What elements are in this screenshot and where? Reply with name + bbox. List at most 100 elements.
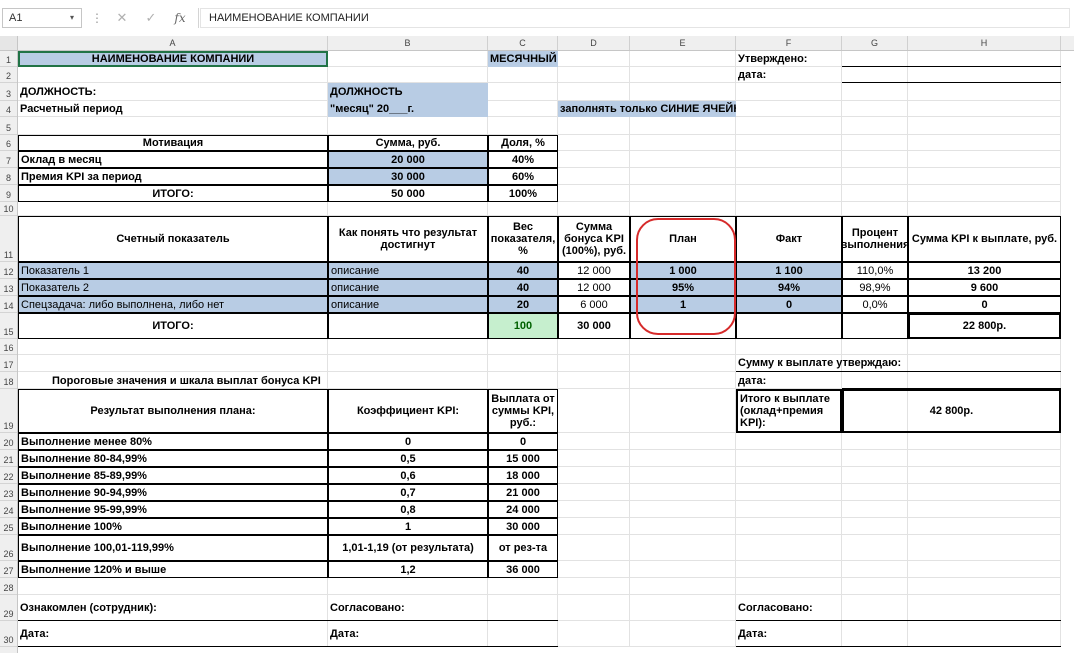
agreed-date-label[interactable]: Дата: <box>328 621 558 647</box>
row-header-4[interactable]: 4 <box>0 101 17 117</box>
employee-signature-label[interactable]: Ознакомлен (сотрудник): <box>18 595 328 621</box>
kpi-description[interactable]: описание <box>328 296 488 313</box>
grid-cell[interactable] <box>558 168 630 185</box>
grid-cell[interactable] <box>908 578 1061 595</box>
threshold-payout[interactable]: 18 000 <box>488 467 558 484</box>
grid-cell[interactable] <box>736 83 842 101</box>
select-all-corner[interactable] <box>0 36 18 50</box>
approved-label[interactable]: Утверждено: <box>736 51 842 67</box>
threshold-result[interactable]: Выполнение 90-94,99% <box>18 484 328 501</box>
threshold-coefficient[interactable]: 0,6 <box>328 467 488 484</box>
kpi-indicator[interactable]: Показатель 2 <box>18 279 328 296</box>
total-payout-label[interactable]: Итого к выплате (оклад+премия KPI): <box>736 389 842 433</box>
kpi-bonus[interactable]: 12 000 <box>558 262 630 279</box>
grid-cell[interactable] <box>842 101 908 117</box>
grid-cell[interactable] <box>736 117 842 135</box>
grid-cell[interactable] <box>908 467 1061 484</box>
grid-cell[interactable] <box>558 535 630 561</box>
grid-cell[interactable] <box>908 202 1061 216</box>
row-header-23[interactable]: 23 <box>0 484 17 501</box>
grid-cell[interactable] <box>558 51 630 67</box>
threshold-coefficient[interactable]: 1,2 <box>328 561 488 578</box>
row-header-20[interactable]: 20 <box>0 433 17 450</box>
kpi-total-label[interactable]: ИТОГО: <box>18 313 328 339</box>
grid-cell[interactable] <box>558 135 630 151</box>
grid-cell[interactable] <box>908 561 1061 578</box>
row-header-2[interactable]: 2 <box>0 67 17 83</box>
grid-cell[interactable] <box>630 168 736 185</box>
position-input[interactable]: ДОЛЖНОСТЬ <box>328 83 488 101</box>
column-header-e[interactable]: E <box>630 36 736 50</box>
motivation-label[interactable]: Оклад в месяц <box>18 151 328 168</box>
grid-cell[interactable] <box>558 67 630 83</box>
grid-cell[interactable] <box>558 389 630 433</box>
threshold-payout[interactable]: 36 000 <box>488 561 558 578</box>
grid-cell[interactable] <box>842 501 908 518</box>
grid-cell[interactable] <box>842 535 908 561</box>
threshold-result[interactable]: Выполнение 95-99,99% <box>18 501 328 518</box>
grid-cell[interactable] <box>736 535 842 561</box>
kpi-description[interactable]: описание <box>328 279 488 296</box>
kpi-total-weight[interactable]: 100 <box>488 313 558 339</box>
grid-cell[interactable] <box>736 501 842 518</box>
kpi-bonus[interactable]: 6 000 <box>558 296 630 313</box>
kpi-total-empty[interactable] <box>736 313 842 339</box>
grid-cell[interactable] <box>558 450 630 467</box>
threshold-result[interactable]: Выполнение 80-84,99% <box>18 450 328 467</box>
motivation-header[interactable]: Доля, % <box>488 135 558 151</box>
row-header-26[interactable]: 26 <box>0 535 17 561</box>
column-header-h[interactable]: H <box>908 36 1061 50</box>
kpi-payout[interactable]: 0 <box>908 296 1061 313</box>
row-header-13[interactable]: 13 <box>0 279 17 296</box>
kpi-header[interactable]: Счетный показатель <box>18 216 328 262</box>
kpi-total-bonus[interactable]: 30 000 <box>558 313 630 339</box>
grid-cell[interactable] <box>18 578 328 595</box>
kpi-indicator[interactable]: Спецзадача: либо выполнена, либо нет <box>18 296 328 313</box>
confirm-icon[interactable]: ✓ <box>141 8 161 28</box>
approve-sum-label[interactable]: Сумму к выплате утверждаю: <box>736 355 1061 372</box>
period-input[interactable]: "месяц" 20___г. <box>328 101 488 117</box>
grid-cell[interactable] <box>842 339 908 355</box>
threshold-header[interactable]: Коэффициент KPI: <box>328 389 488 433</box>
grid-cell[interactable] <box>328 117 488 135</box>
total-payout-value[interactable]: 42 800р. <box>842 389 1061 433</box>
threshold-coefficient[interactable]: 1 <box>328 518 488 535</box>
column-header-b[interactable]: B <box>328 36 488 50</box>
row-header-19[interactable]: 19 <box>0 389 17 433</box>
chevron-down-icon[interactable]: ▾ <box>70 8 74 28</box>
grid-cell[interactable] <box>908 501 1061 518</box>
grid-cell[interactable] <box>842 151 908 168</box>
grid-cell[interactable] <box>630 151 736 168</box>
threshold-result[interactable]: Выполнение 120% и выше <box>18 561 328 578</box>
motivation-header[interactable]: Мотивация <box>18 135 328 151</box>
grid-cell[interactable] <box>558 484 630 501</box>
grid-cell[interactable] <box>842 185 908 202</box>
grid-cell[interactable] <box>736 561 842 578</box>
grid-cell[interactable] <box>328 67 488 83</box>
row-header-24[interactable]: 24 <box>0 501 17 518</box>
threshold-payout[interactable]: 30 000 <box>488 518 558 535</box>
grid-cell[interactable] <box>908 185 1061 202</box>
row-header-16[interactable]: 16 <box>0 339 17 355</box>
kpi-payout[interactable]: 13 200 <box>908 262 1061 279</box>
kpi-indicator[interactable]: Показатель 1 <box>18 262 328 279</box>
row-header-10[interactable]: 10 <box>0 202 17 216</box>
grid-cell[interactable] <box>736 168 842 185</box>
grid-cell[interactable] <box>558 501 630 518</box>
grid-cell[interactable] <box>558 83 630 101</box>
threshold-coefficient[interactable]: 0 <box>328 433 488 450</box>
kpi-total-empty[interactable] <box>842 313 908 339</box>
grid-cell[interactable] <box>488 578 558 595</box>
grid-cell[interactable] <box>328 202 488 216</box>
row-header-11[interactable]: 11 <box>0 216 17 262</box>
grid-cell[interactable] <box>736 484 842 501</box>
grid-cell[interactable] <box>908 151 1061 168</box>
grid-cell[interactable] <box>630 561 736 578</box>
grid-cell[interactable] <box>328 51 488 67</box>
grid-cell[interactable] <box>736 578 842 595</box>
fill-note[interactable]: заполнять только СИНИЕ ЯЧЕЙКИ <box>558 101 736 117</box>
grid-cell[interactable] <box>736 518 842 535</box>
grid-cell[interactable] <box>630 135 736 151</box>
grid-cell[interactable] <box>488 339 558 355</box>
kpi-header[interactable]: Вес показателя, % <box>488 216 558 262</box>
